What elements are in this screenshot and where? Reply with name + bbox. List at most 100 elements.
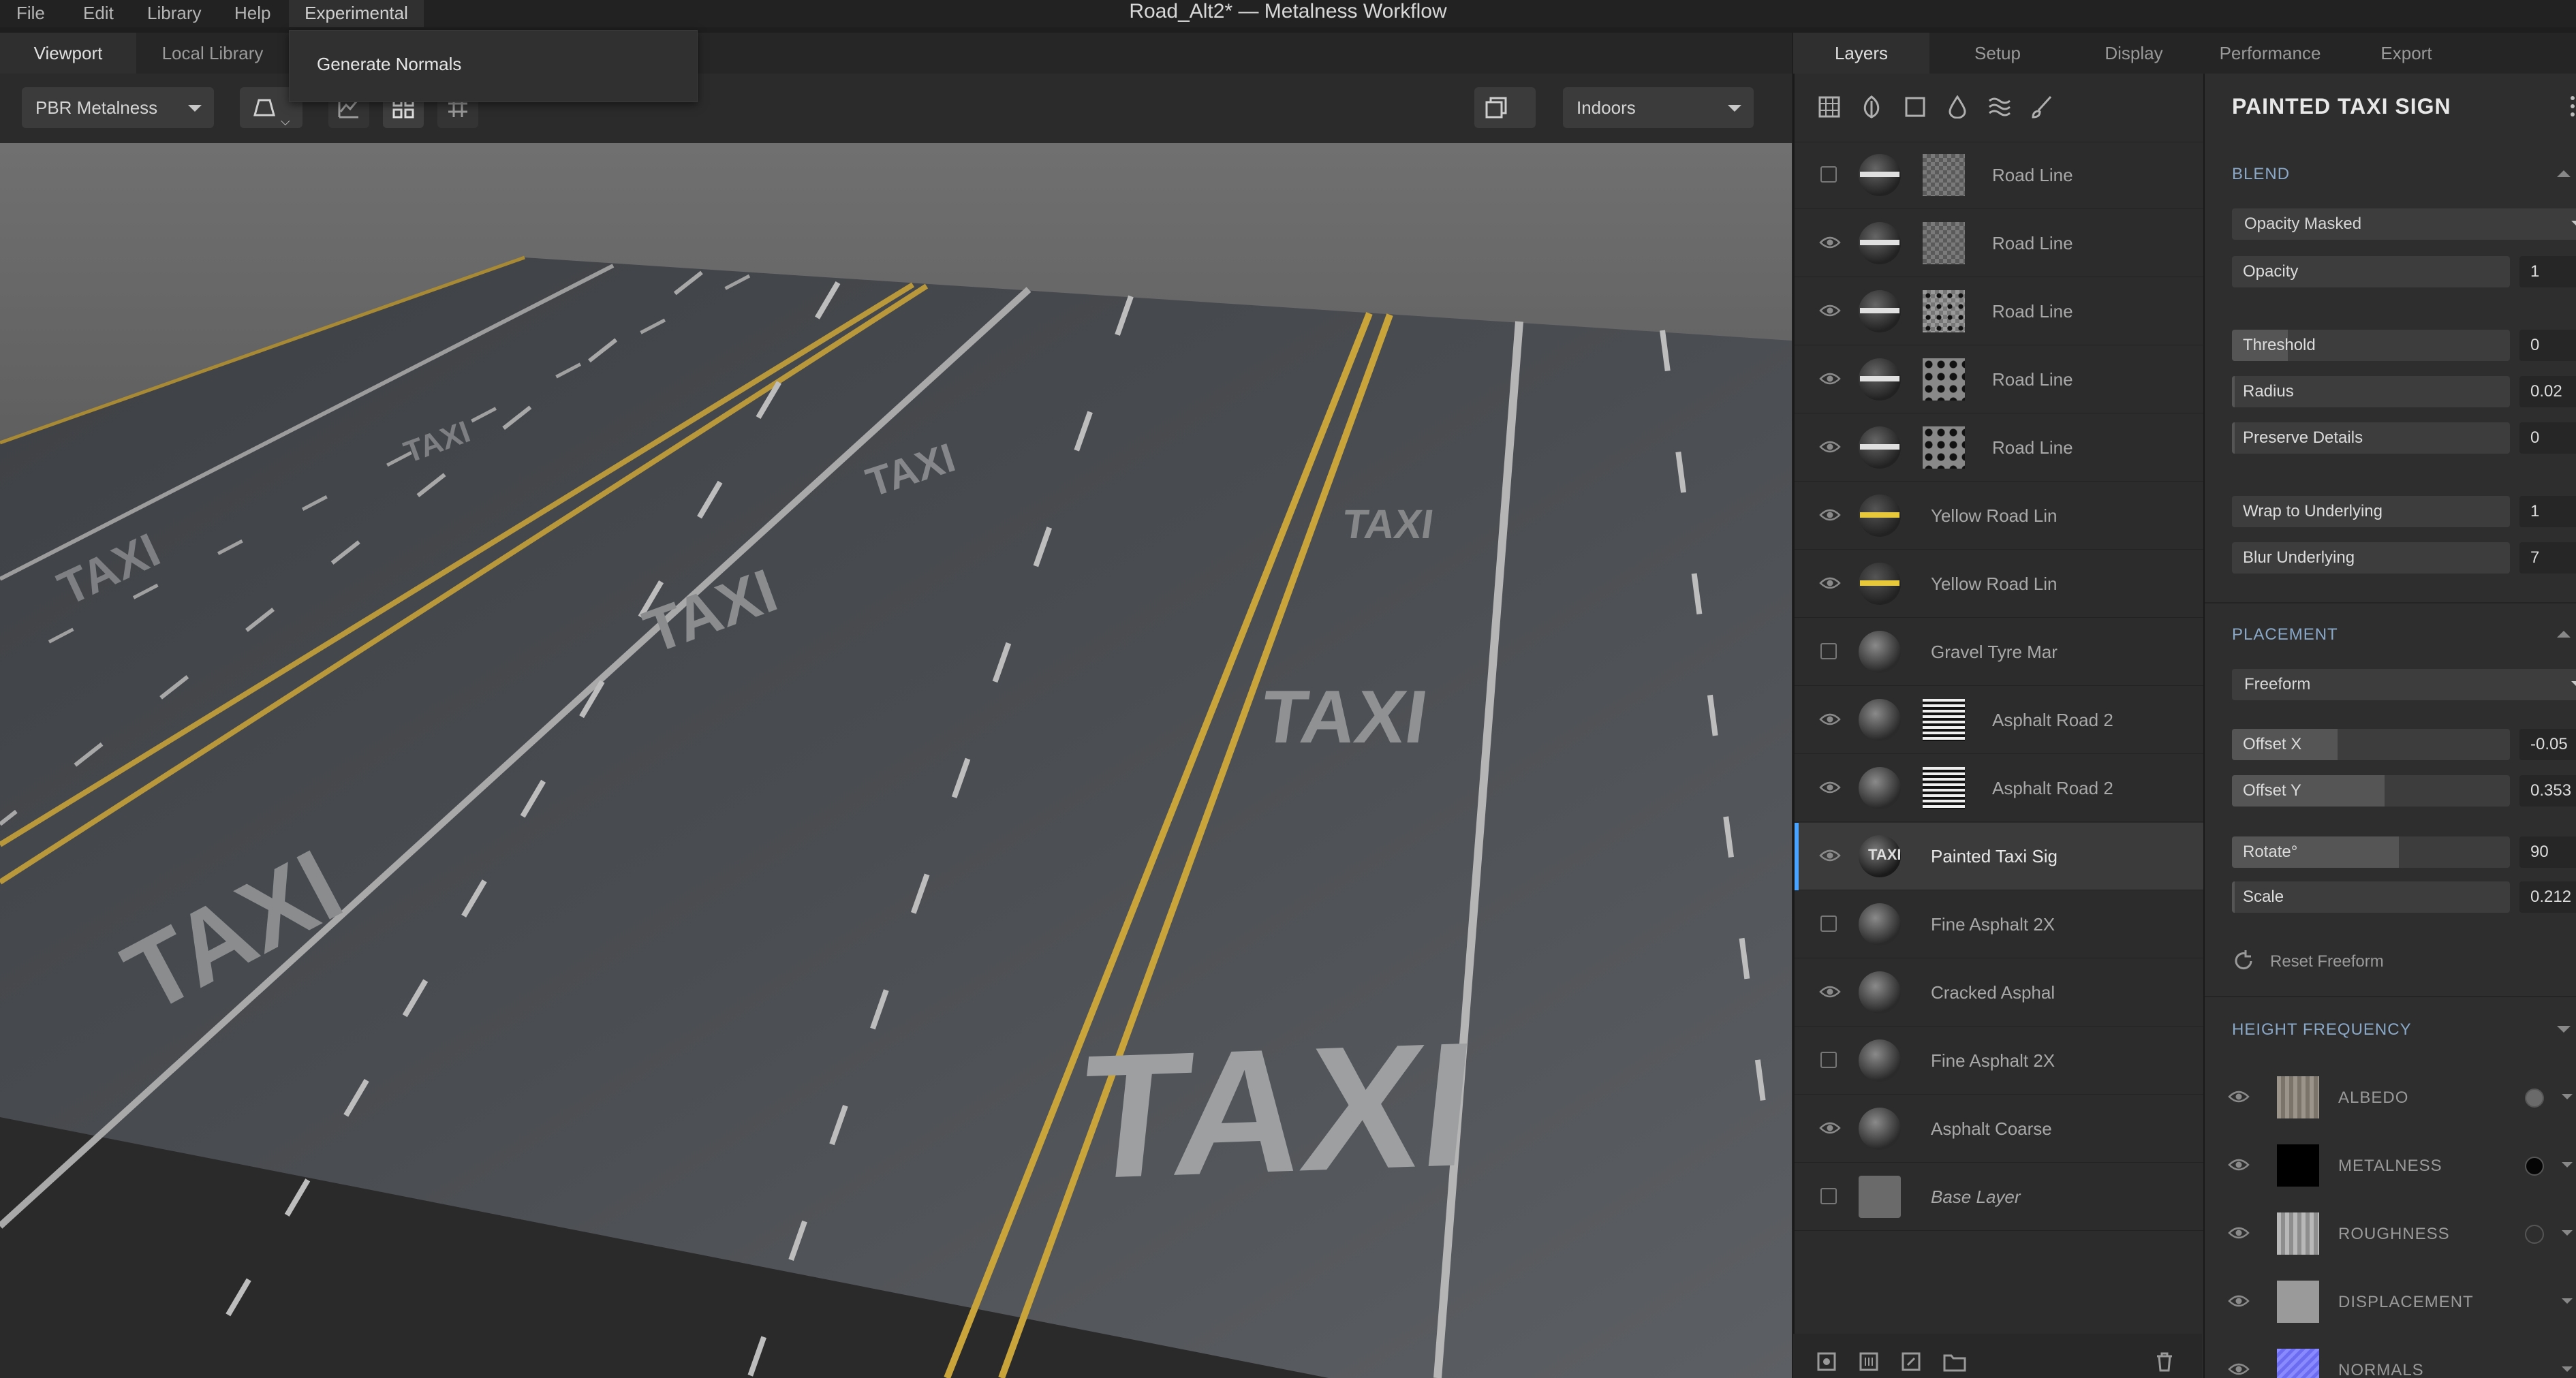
layer-row[interactable]: Cracked Asphal [1795,959,2203,1027]
eye-icon[interactable] [1819,439,1841,455]
blend-section-label[interactable]: BLEND [2232,165,2290,184]
layer-row[interactable]: Road Line [1795,346,2203,413]
trash-icon[interactable] [2154,1351,2175,1372]
paint-brush-icon[interactable] [2030,95,2053,119]
opacity-field[interactable]: Opacity [2232,256,2510,287]
threshold-value[interactable]: 0 [2519,330,2576,361]
tab-local-library[interactable]: Local Library [136,33,289,74]
layer-row[interactable]: Road Line [1795,210,2203,277]
map-row-displacement[interactable]: DISPLACEMENT [2205,1268,2576,1336]
drop-icon[interactable] [1946,95,1969,119]
collapse-caret-icon[interactable] [2557,631,2571,638]
chevron-down-icon[interactable] [2562,1094,2573,1099]
eye-icon[interactable] [1819,302,1841,319]
offset-x-value[interactable]: -0.05 [2519,729,2576,760]
map-color-swatch[interactable] [2525,1225,2544,1244]
waves-icon[interactable] [1988,95,2011,119]
eye-icon[interactable] [1819,507,1841,523]
layer-row[interactable]: Fine Asphalt 2X [1795,1027,2203,1095]
menu-item-generate-normals[interactable]: Generate Normals [317,54,461,75]
opacity-value[interactable]: 1 [2519,256,2576,287]
folder-icon[interactable] [1943,1351,1966,1372]
eye-icon[interactable] [1819,711,1841,727]
visibility-toggle[interactable] [1819,984,1841,1003]
rotate-slider[interactable]: Rotate° [2232,836,2510,868]
grid-layer-icon[interactable] [1818,95,1841,119]
map-color-swatch[interactable] [2525,1157,2544,1176]
visibility-checkbox[interactable] [1820,643,1837,659]
visibility-checkbox[interactable] [1820,1052,1837,1068]
eye-icon[interactable] [1819,1120,1841,1136]
add-layer-icon[interactable] [1816,1351,1837,1372]
3d-viewport[interactable]: TAXI TAXI TAXI TAXI TAXI TAXI TAXI TAXI [0,143,1792,1378]
visibility-toggle[interactable] [1819,1120,1841,1139]
visibility-checkbox[interactable] [1820,1188,1837,1204]
view-mode-dropdown[interactable] [1474,87,1536,128]
visibility-checkbox[interactable] [1820,166,1837,183]
layer-row[interactable]: Asphalt Coarse [1795,1095,2203,1163]
eye-icon[interactable] [1819,575,1841,591]
add-mask-icon[interactable] [1859,1351,1879,1372]
layer-row[interactable]: Base Layer [1795,1163,2203,1231]
tab-setup[interactable]: Setup [1929,33,2066,74]
layer-row[interactable]: Gravel Tyre Mar [1795,618,2203,686]
chevron-down-icon[interactable] [2562,1230,2573,1236]
more-options-icon[interactable] [2569,94,2576,121]
visibility-toggle[interactable] [1819,371,1841,390]
add-modifier-icon[interactable] [1901,1351,1921,1372]
layer-row[interactable]: Road Line [1795,414,2203,482]
visibility-toggle[interactable] [1819,234,1841,253]
visibility-toggle[interactable] [1819,439,1841,458]
eye-icon[interactable] [2228,1157,2250,1173]
layer-row[interactable]: Fine Asphalt 2X [1795,891,2203,958]
tab-export[interactable]: Export [2338,33,2474,74]
map-color-swatch[interactable] [2525,1089,2544,1108]
map-visibility-toggle[interactable] [2228,1157,2250,1176]
eye-icon[interactable] [2228,1293,2250,1309]
tab-performance[interactable]: Performance [2202,33,2338,74]
preserve-details-value[interactable]: 0 [2519,422,2576,454]
wrap-underlying-value[interactable]: 1 [2519,496,2576,527]
scale-slider[interactable]: Scale [2232,881,2510,913]
scale-value[interactable]: 0.212 [2519,881,2576,913]
rotate-value[interactable]: 90 [2519,836,2576,868]
visibility-toggle[interactable] [1819,575,1841,594]
layer-row[interactable]: Yellow Road Lin [1795,550,2203,618]
radius-value[interactable]: 0.02 [2519,376,2576,407]
chevron-down-icon[interactable] [2562,1298,2573,1304]
eye-icon[interactable] [2228,1225,2250,1241]
visibility-toggle[interactable] [1819,302,1841,322]
offset-y-value[interactable]: 0.353 [2519,775,2576,807]
map-row-roughness[interactable]: ROUGHNESS [2205,1200,2576,1268]
blur-underlying-value[interactable]: 7 [2519,542,2576,574]
layer-row[interactable]: TAXI Painted Taxi Sig [1795,823,2203,890]
layer-row[interactable]: Road Line [1795,142,2203,209]
map-row-normals[interactable]: NORMALS [2205,1336,2576,1378]
eye-icon[interactable] [2228,1089,2250,1105]
chevron-down-icon[interactable] [2562,1162,2573,1168]
radius-slider[interactable]: Radius [2232,376,2510,407]
eye-icon[interactable] [1819,847,1841,864]
layer-row[interactable]: Yellow Road Lin [1795,482,2203,550]
visibility-toggle[interactable] [1819,711,1841,730]
visibility-toggle[interactable] [1819,779,1841,798]
collapse-caret-icon[interactable] [2557,170,2571,177]
leaf-icon[interactable] [1860,95,1883,119]
shader-dropdown[interactable]: PBR Metalness [22,87,214,128]
layer-row[interactable]: Asphalt Road 2 [1795,687,2203,754]
square-icon[interactable] [1904,95,1927,119]
offset-x-slider[interactable]: Offset X [2232,729,2510,760]
chevron-down-icon[interactable] [2562,1366,2573,1372]
eye-icon[interactable] [1819,984,1841,1000]
threshold-slider[interactable]: Threshold [2232,330,2510,361]
map-row-metalness[interactable]: METALNESS [2205,1132,2576,1200]
placement-mode-dropdown[interactable]: Freeform [2232,669,2576,700]
layer-row[interactable]: Road Line [1795,278,2203,345]
tab-viewport[interactable]: Viewport [0,33,136,74]
map-row-albedo[interactable]: ALBEDO [2205,1064,2576,1132]
tab-layers[interactable]: Layers [1793,33,1929,74]
visibility-toggle[interactable] [1819,507,1841,526]
eye-icon[interactable] [1819,234,1841,251]
eye-icon[interactable] [1819,371,1841,387]
offset-y-slider[interactable]: Offset Y [2232,775,2510,807]
